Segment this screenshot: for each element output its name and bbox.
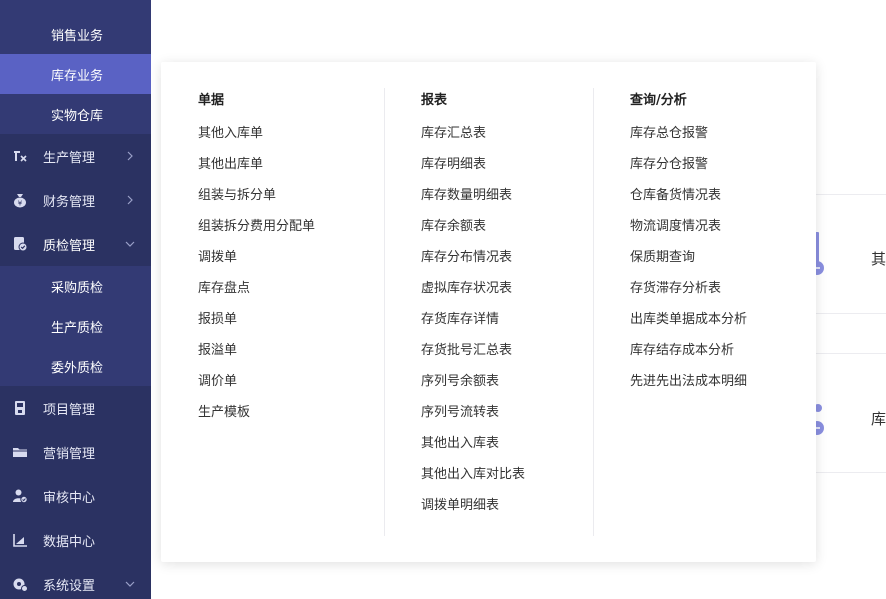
background-divider bbox=[816, 472, 886, 473]
menu-column-items: 其他入库单 其他出库单 组装与拆分单 组装拆分费用分配单 调拨单 库存盘点 报损单 报溢单 调价… bbox=[198, 118, 315, 428]
menu-column-items: 库存总仓报警 库存分仓报警 仓库备货情况表 物流调度情况表 保质期查询 存货滞存分析表 出库… bbox=[630, 118, 747, 397]
svg-text:¥: ¥ bbox=[18, 200, 23, 208]
card-title: 其 bbox=[871, 250, 886, 268]
inventory-flyout-menu: 单据 其他入库单 其他出库单 组装与拆分单 组装拆分费用分配单 调拨单 库存盘点 报损单 报溢… bbox=[161, 62, 816, 562]
background-divider bbox=[816, 353, 886, 354]
menu-item[interactable]: 报损单 bbox=[198, 304, 315, 335]
sidebar-item-sales[interactable]: 销售业务 bbox=[0, 0, 151, 54]
flyout-pointer bbox=[151, 66, 158, 78]
menu-item[interactable]: 组装与拆分单 bbox=[198, 180, 315, 211]
background-divider bbox=[816, 313, 886, 314]
menu-item[interactable]: 库存汇总表 bbox=[421, 118, 525, 149]
menu-item[interactable]: 组装拆分费用分配单 bbox=[198, 211, 315, 242]
folder-icon bbox=[12, 444, 28, 460]
sidebar-item-project[interactable]: 项目管理 bbox=[0, 386, 151, 430]
column-divider bbox=[593, 88, 594, 536]
menu-item[interactable]: 报溢单 bbox=[198, 335, 315, 366]
menu-item[interactable]: 存货批号汇总表 bbox=[421, 335, 525, 366]
save-disk-icon bbox=[12, 400, 28, 416]
sidebar-item-label: 数据中心 bbox=[43, 534, 96, 550]
menu-item[interactable]: 库存数量明细表 bbox=[421, 180, 525, 211]
menu-item[interactable]: 先进先出法成本明细 bbox=[630, 366, 747, 397]
sidebar-item-quality[interactable]: 质检管理 bbox=[0, 222, 151, 266]
menu-item[interactable]: 库存总仓报警 bbox=[630, 118, 747, 149]
sidebar-item-label: 生产管理 bbox=[43, 150, 96, 166]
menu-item[interactable]: 其他出库单 bbox=[198, 149, 315, 180]
menu-item[interactable]: 库存余额表 bbox=[421, 211, 525, 242]
quality-check-icon bbox=[12, 236, 28, 252]
menu-column-title: 单据 bbox=[198, 93, 225, 108]
menu-item[interactable]: 其他出入库对比表 bbox=[421, 459, 525, 490]
menu-item[interactable]: 序列号流转表 bbox=[421, 397, 525, 428]
menu-column-reports: 报表 库存汇总表 库存明细表 库存数量明细表 库存余额表 库存分布情况表 虚拟库存状况表存… bbox=[421, 88, 525, 521]
sidebar-item-production-qc[interactable]: 生产质检 bbox=[0, 306, 151, 346]
menu-item[interactable]: 虚拟库存状况表 bbox=[421, 273, 525, 304]
app-root: 其 库 销售业务 库存业务 实物仓库 生产管理 ¥ 财务管理 质检管理 采购质检… bbox=[0, 0, 886, 599]
menu-item[interactable]: 库存结存成本分析 bbox=[630, 335, 747, 366]
sidebar-item-finance[interactable]: ¥ 财务管理 bbox=[0, 178, 151, 222]
menu-item[interactable]: 出库类单据成本分析 bbox=[630, 304, 747, 335]
sidebar-item-data[interactable]: 数据中心 bbox=[0, 518, 151, 562]
menu-item[interactable]: 其他入库单 bbox=[198, 118, 315, 149]
menu-item[interactable]: 库存分布情况表 bbox=[421, 242, 525, 273]
sidebar-item-label: 质检管理 bbox=[43, 238, 96, 254]
sidebar-item-label: 项目管理 bbox=[43, 402, 96, 418]
sidebar-item-inventory[interactable]: 库存业务 bbox=[0, 54, 151, 94]
menu-column-title: 查询/分析 bbox=[630, 93, 687, 108]
chevron-down-icon bbox=[125, 579, 135, 589]
chart-icon bbox=[12, 532, 28, 548]
chevron-down-icon bbox=[125, 239, 135, 249]
menu-item[interactable]: 调价单 bbox=[198, 366, 315, 397]
sidebar-item-production[interactable]: 生产管理 bbox=[0, 134, 151, 178]
menu-item[interactable]: 存货库存详情 bbox=[421, 304, 525, 335]
menu-column-analysis: 查询/分析 库存总仓报警 库存分仓报警 仓库备货情况表 物流调度情况表 保质期查询 存货滞… bbox=[630, 88, 747, 397]
quality-submenu: 采购质检 生产质检 委外质检 bbox=[0, 266, 151, 386]
menu-item[interactable]: 库存分仓报警 bbox=[630, 149, 747, 180]
menu-item[interactable]: 物流调度情况表 bbox=[630, 211, 747, 242]
menu-column-items: 库存汇总表 库存明细表 库存数量明细表 库存余额表 库存分布情况表 虚拟库存状况表 存货库存… bbox=[421, 118, 525, 521]
money-bag-icon: ¥ bbox=[12, 192, 28, 208]
sidebar-item-label: 财务管理 bbox=[43, 194, 96, 210]
chevron-right-icon bbox=[125, 195, 135, 205]
menu-item[interactable]: 生产模板 bbox=[198, 397, 315, 428]
menu-item[interactable]: 库存明细表 bbox=[421, 149, 525, 180]
sidebar-item-label: 系统设置 bbox=[43, 578, 96, 594]
sidebar-item-label: 库存业务 bbox=[51, 68, 104, 84]
sidebar-item-outsource-qc[interactable]: 委外质检 bbox=[0, 346, 151, 386]
sidebar: 销售业务 库存业务 实物仓库 生产管理 ¥ 财务管理 质检管理 采购质检 生产质… bbox=[0, 0, 151, 599]
menu-item[interactable]: 调拨单 bbox=[198, 242, 315, 273]
menu-item[interactable]: 调拨单明细表 bbox=[421, 490, 525, 521]
sidebar-item-label: 审核中心 bbox=[43, 490, 96, 506]
sidebar-item-label: 委外质检 bbox=[51, 360, 104, 376]
menu-item[interactable]: 保质期查询 bbox=[630, 242, 747, 273]
sidebar-item-label: 采购质检 bbox=[51, 280, 104, 296]
menu-item[interactable]: 库存盘点 bbox=[198, 273, 315, 304]
chevron-right-icon bbox=[125, 151, 135, 161]
background-divider bbox=[816, 194, 886, 195]
sidebar-item-label: 销售业务 bbox=[51, 28, 104, 44]
production-icon bbox=[12, 148, 28, 164]
menu-item[interactable]: 其他出入库表 bbox=[421, 428, 525, 459]
menu-column-title: 报表 bbox=[421, 93, 448, 108]
sidebar-item-label: 营销管理 bbox=[43, 446, 96, 462]
sidebar-item-settings[interactable]: 系统设置 bbox=[0, 562, 151, 599]
menu-item[interactable]: 序列号余额表 bbox=[421, 366, 525, 397]
sidebar-item-purchase-qc[interactable]: 采购质检 bbox=[0, 266, 151, 306]
sidebar-item-audit[interactable]: 审核中心 bbox=[0, 474, 151, 518]
sidebar-item-label: 生产质检 bbox=[51, 320, 104, 336]
menu-item[interactable]: 仓库备货情况表 bbox=[630, 180, 747, 211]
sidebar-item-label: 实物仓库 bbox=[51, 108, 104, 124]
settings-icon bbox=[12, 576, 28, 592]
menu-item[interactable]: 存货滞存分析表 bbox=[630, 273, 747, 304]
menu-column-documents: 单据 其他入库单 其他出库单 组装与拆分单 组装拆分费用分配单 调拨单 库存盘点 报损单 报溢… bbox=[198, 88, 315, 428]
inventory-submenu: 销售业务 库存业务 实物仓库 bbox=[0, 0, 151, 134]
sidebar-item-warehouse[interactable]: 实物仓库 bbox=[0, 94, 151, 134]
column-divider bbox=[384, 88, 385, 536]
sidebar-item-marketing[interactable]: 营销管理 bbox=[0, 430, 151, 474]
audit-icon bbox=[12, 488, 28, 504]
card-title: 库 bbox=[871, 410, 886, 428]
